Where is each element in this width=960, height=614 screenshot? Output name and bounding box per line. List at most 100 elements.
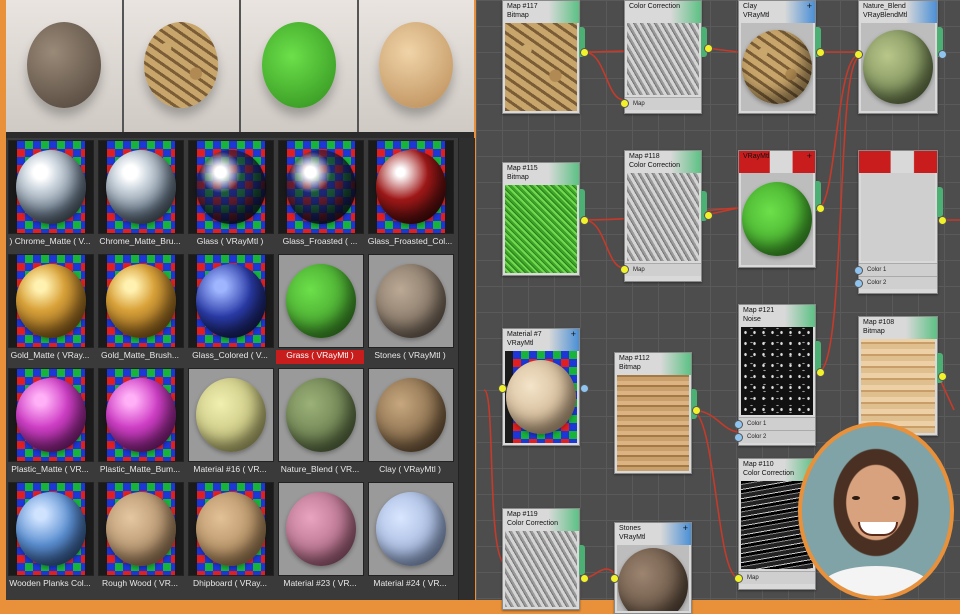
render-grass[interactable] [241, 0, 357, 132]
slot-map[interactable]: Map [625, 97, 701, 110]
slot-color1[interactable]: Color 1 [859, 263, 937, 276]
node-map118-color-correction[interactable]: Map #118 Color Correction Map [624, 150, 707, 282]
material-slot[interactable]: Grass ( VRayMtl ) [276, 252, 364, 366]
material-label: Glass_Froasted_Col... [367, 236, 453, 246]
node-color-correction-top[interactable]: Color Correction Map [624, 0, 707, 114]
material-slot[interactable]: Gold_Matte ( VRay... [6, 252, 94, 366]
render-clay[interactable] [123, 0, 239, 132]
material-ball [742, 182, 812, 256]
connector-dot[interactable] [938, 50, 947, 59]
connector-dot[interactable] [816, 48, 825, 57]
connector-dot[interactable] [938, 372, 947, 381]
node-subtitle: Bitmap [863, 328, 885, 335]
material-label: Plastic_Matte ( VR... [11, 464, 89, 474]
material-slot[interactable]: Material #16 ( VR... [186, 366, 274, 480]
material-label: Glass_Colored ( V... [192, 350, 268, 360]
node-map108-bitmap[interactable]: Map #108 Bitmap [858, 316, 943, 436]
node-title: Map #112 [619, 355, 650, 362]
material-slot[interactable]: Material #23 ( VR... [276, 480, 364, 594]
material-ball [196, 492, 266, 566]
connector-dot[interactable] [704, 44, 713, 53]
material-slot[interactable]: Plastic_Matte ( VR... [6, 366, 94, 480]
connector-dot[interactable] [692, 406, 701, 415]
material-swatch [98, 140, 184, 234]
material-ball [106, 492, 176, 566]
connector-dot[interactable] [854, 266, 863, 275]
material-label: Glass_Froasted ( ... [282, 236, 358, 246]
connector-dot[interactable] [734, 420, 743, 429]
node-map117-bitmap[interactable]: Map #117 Bitmap [502, 0, 585, 114]
avatar-eye [892, 496, 900, 500]
material-grid: ) Chrome_Matte ( V... Chrome_Matte_Bru...… [6, 138, 454, 594]
connector-dot[interactable] [704, 211, 713, 220]
node-stones-vraymtl[interactable]: Stones VRayMtl + [614, 522, 692, 614]
slot-map[interactable]: Map [739, 571, 815, 584]
connector-dot[interactable] [816, 204, 825, 213]
output-port[interactable] [579, 189, 585, 219]
render-stones[interactable] [6, 0, 122, 132]
slot-color2[interactable]: Color 2 [859, 276, 937, 289]
material-slot[interactable]: Plastic_Matte_Bum... [96, 366, 184, 480]
node-map115-bitmap[interactable]: Map #115 Bitmap [502, 162, 585, 276]
material-slot[interactable]: Glass_Froasted_Col... [366, 138, 454, 252]
node-grass-vraymtl[interactable]: VRayMtl + [738, 150, 821, 268]
material-slot[interactable]: Nature_Blend ( VR... [276, 366, 364, 480]
material-slot[interactable]: Chrome_Matte_Bru... [96, 138, 184, 252]
connector-dot[interactable] [498, 384, 507, 393]
slot-color2[interactable]: Color 2 [739, 430, 815, 443]
node-subtitle: Bitmap [507, 12, 529, 19]
material-swatch [368, 140, 454, 234]
node-subtitle: Color Correction [507, 520, 558, 527]
render-wood[interactable] [358, 0, 474, 132]
connector-dot[interactable] [580, 216, 589, 225]
connector-dot[interactable] [816, 368, 825, 377]
node-material7-vraymtl[interactable]: Material #7 VRayMtl + [502, 328, 580, 446]
material-swatch [98, 368, 184, 462]
connector-dot[interactable] [580, 48, 589, 57]
output-port[interactable] [937, 187, 943, 217]
node-map121-noise[interactable]: Map #121 Noise Color 1 Color 2 [738, 304, 821, 446]
material-ball [196, 378, 266, 452]
library-scrollbar[interactable] [458, 138, 475, 600]
node-mix-map[interactable]: Color 1 Color 2 [858, 150, 943, 294]
connector-dot[interactable] [854, 50, 863, 59]
material-slot[interactable]: Clay ( VRayMtl ) [366, 366, 454, 480]
material-slot[interactable]: Glass_Colored ( V... [186, 252, 274, 366]
material-slot[interactable]: Stones ( VRayMtl ) [366, 252, 454, 366]
connector-dot[interactable] [620, 265, 629, 274]
material-slot[interactable]: Glass_Froasted ( ... [276, 138, 364, 252]
material-slot[interactable]: Glass ( VRayMtl ) [186, 138, 274, 252]
connector-dot[interactable] [854, 279, 863, 288]
connector-dot[interactable] [580, 384, 589, 393]
node-map119-color-correction[interactable]: Map #119 Color Correction [502, 508, 585, 610]
material-label: Stones ( VRayMtl ) [374, 350, 446, 360]
expand-icon[interactable]: + [683, 524, 688, 533]
connector-dot[interactable] [938, 216, 947, 225]
slot-map[interactable]: Map [625, 263, 701, 276]
material-slot[interactable]: Gold_Matte_Brush... [96, 252, 184, 366]
slot-color1[interactable]: Color 1 [739, 417, 815, 430]
material-slot[interactable]: Dhipboard ( VRay... [186, 480, 274, 594]
connector-dot[interactable] [610, 574, 619, 583]
node-preview [505, 185, 577, 273]
material-ball [16, 492, 86, 566]
connector-dot[interactable] [734, 433, 743, 442]
output-port[interactable] [815, 341, 821, 371]
material-ball [286, 150, 356, 224]
material-slot[interactable]: Wooden Planks Col... [6, 480, 94, 594]
node-map112-bitmap[interactable]: Map #112 Bitmap [614, 352, 697, 474]
material-slot[interactable]: Material #24 ( VR... [366, 480, 454, 594]
connector-dot[interactable] [580, 574, 589, 583]
node-nature-blend[interactable]: Nature_Blend VRayBlendMtl [858, 0, 943, 114]
connector-dot[interactable] [734, 574, 743, 583]
material-slot[interactable]: ) Chrome_Matte ( V... [6, 138, 94, 252]
output-port[interactable] [579, 545, 585, 575]
expand-icon[interactable]: + [571, 330, 576, 339]
connector-dot[interactable] [620, 99, 629, 108]
expand-icon[interactable]: + [807, 2, 812, 11]
expand-icon[interactable]: + [807, 152, 812, 161]
material-ball [16, 264, 86, 338]
material-ball [16, 378, 86, 452]
material-slot[interactable]: Rough Wood ( VR... [96, 480, 184, 594]
node-clay-vraymtl[interactable]: Clay VRayMtl + [738, 0, 821, 114]
